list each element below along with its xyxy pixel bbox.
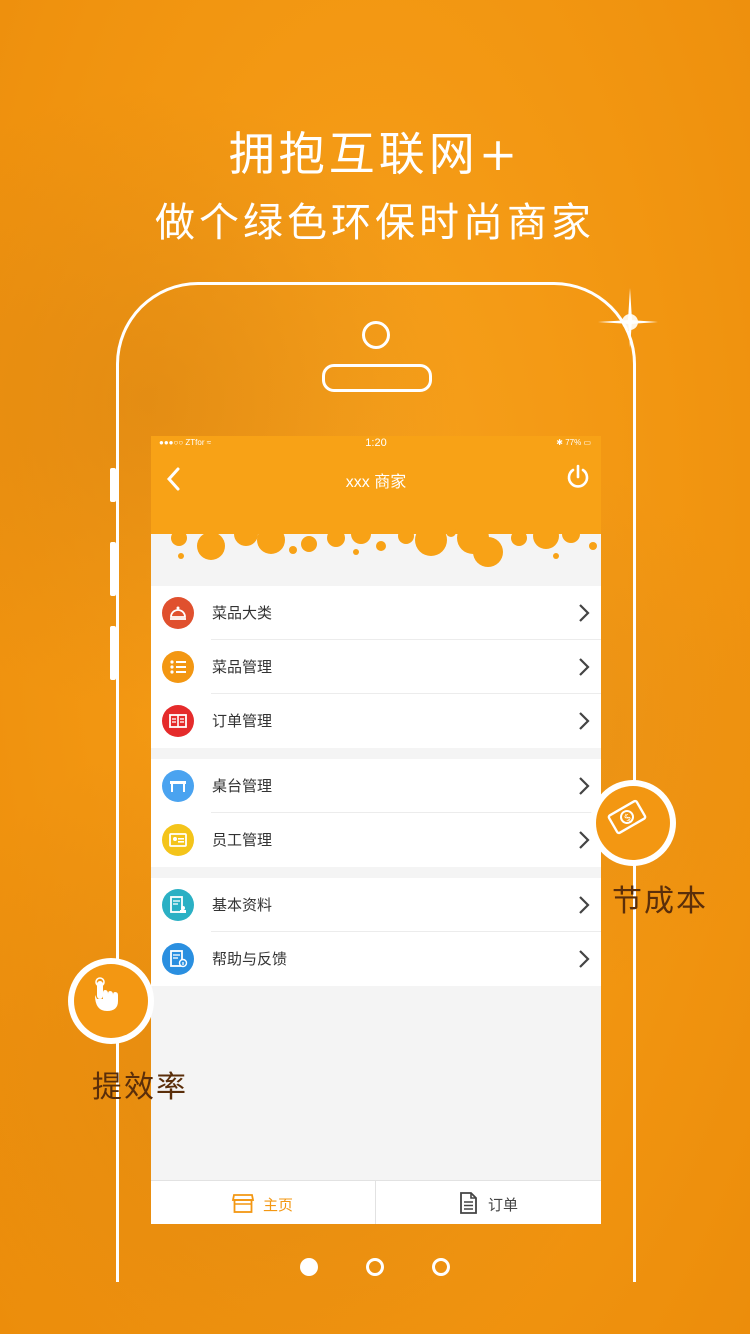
phone-volume-up xyxy=(110,542,116,596)
menu-item-label: 帮助与反馈 xyxy=(212,951,288,968)
chevron-right-icon xyxy=(579,777,590,795)
chevron-right-icon xyxy=(579,604,590,622)
tab-orders[interactable]: 订单 xyxy=(376,1181,600,1224)
menu-item-help-feedback[interactable]: 帮助与反馈 xyxy=(151,932,601,986)
tab-orders-label: 订单 xyxy=(488,1197,519,1214)
menu-item-label: 员工管理 xyxy=(212,832,273,849)
menu-item-label: 基本资料 xyxy=(212,897,273,914)
phone-camera xyxy=(362,321,390,349)
page-dot[interactable] xyxy=(366,1258,384,1276)
chevron-right-icon xyxy=(579,896,590,914)
menu-group-3: 基本资料 帮助与反馈 xyxy=(151,878,601,986)
page-dot-active[interactable] xyxy=(300,1258,318,1276)
save-cost-badge: $ xyxy=(590,780,676,866)
chevron-right-icon xyxy=(579,658,590,676)
page-title: xxx 商家 xyxy=(345,474,407,491)
headline-line1: 拥抱互联网+ xyxy=(228,127,522,181)
money-bill-icon: $ xyxy=(607,799,647,835)
tab-home[interactable]: 主页 xyxy=(151,1181,375,1224)
menu-item-table-manage[interactable]: 桌台管理 xyxy=(151,759,601,813)
phone-volume-down xyxy=(110,626,116,680)
page-dot[interactable] xyxy=(432,1258,450,1276)
chevron-right-icon xyxy=(579,831,590,849)
power-icon[interactable] xyxy=(565,464,591,490)
save-cost-label: 节成本 xyxy=(612,884,708,919)
help-doc-icon xyxy=(162,943,194,975)
nav-bar: xxx 商家 xyxy=(151,452,601,532)
shop-icon xyxy=(231,1194,255,1213)
header-drip-decoration xyxy=(151,526,601,567)
chevron-right-icon xyxy=(579,712,590,730)
menu-group-1: 菜品大类 菜品管理 订单管理 xyxy=(151,586,601,748)
tab-bar: 主页 订单 xyxy=(151,1180,601,1224)
menu-item-label: 桌台管理 xyxy=(212,778,273,795)
menu-item-dish-category[interactable]: 菜品大类 xyxy=(151,586,601,640)
headline-line2: 做个绿色环保时尚商家 xyxy=(155,200,595,246)
tab-home-label: 主页 xyxy=(263,1197,294,1214)
sparkle-icon xyxy=(598,288,658,348)
id-card-icon xyxy=(162,824,194,856)
app-screen: ●●●○○ ZTfor ≈ 1:20 ✱ 77% ▭ xxx 商家 菜品大类 菜… xyxy=(151,436,601,1224)
phone-mute-switch xyxy=(110,468,116,502)
menu-item-staff-manage[interactable]: 员工管理 xyxy=(151,813,601,867)
book-icon xyxy=(162,705,194,737)
menu-item-label: 订单管理 xyxy=(212,713,273,730)
menu-item-label: 菜品管理 xyxy=(212,659,273,676)
efficiency-badge xyxy=(68,958,154,1044)
efficiency-label: 提效率 xyxy=(92,1070,188,1105)
menu-group-2: 桌台管理 员工管理 xyxy=(151,759,601,867)
list-icon xyxy=(162,651,194,683)
profile-doc-icon xyxy=(162,889,194,921)
menu-item-basic-info[interactable]: 基本资料 xyxy=(151,878,601,932)
menu-item-label: 菜品大类 xyxy=(212,605,273,622)
battery-status: ✱ 77% ▭ xyxy=(556,438,591,447)
status-bar: ●●●○○ ZTfor ≈ 1:20 ✱ 77% ▭ xyxy=(151,436,601,452)
page-indicator xyxy=(0,1258,750,1278)
status-time: 1:20 xyxy=(365,437,387,449)
chevron-right-icon xyxy=(579,950,590,968)
phone-speaker xyxy=(322,364,432,392)
table-icon xyxy=(162,770,194,802)
document-icon xyxy=(460,1192,477,1214)
menu-item-order-manage[interactable]: 订单管理 xyxy=(151,694,601,748)
menu-item-dish-manage[interactable]: 菜品管理 xyxy=(151,640,601,694)
dish-cover-icon xyxy=(162,597,194,629)
tap-hand-icon xyxy=(95,977,118,1011)
